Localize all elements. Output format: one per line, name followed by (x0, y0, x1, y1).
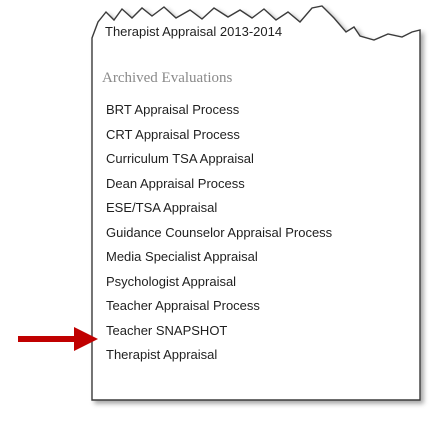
evaluation-menu-panel: Therapist Appraisal 2013-2014 Archived E… (97, 22, 409, 400)
archived-evaluations-heading: Archived Evaluations (102, 70, 233, 86)
menu-item-brt-appraisal-process[interactable]: BRT Appraisal Process (106, 98, 332, 123)
arrow-right-icon (18, 327, 98, 351)
menu-item-ese-tsa-appraisal[interactable]: ESE/TSA Appraisal (106, 196, 332, 221)
menu-item-psychologist-appraisal[interactable]: Psychologist Appraisal (106, 270, 332, 295)
menu-item-crt-appraisal-process[interactable]: CRT Appraisal Process (106, 123, 332, 148)
menu-item-guidance-counselor-appraisal-process[interactable]: Guidance Counselor Appraisal Process (106, 221, 332, 246)
menu-item-therapist-appraisal[interactable]: Therapist Appraisal (106, 343, 332, 368)
menu-item-therapist-appraisal-2013-2014[interactable]: Therapist Appraisal 2013-2014 (105, 24, 282, 39)
menu-item-dean-appraisal-process[interactable]: Dean Appraisal Process (106, 172, 332, 197)
menu-item-curriculum-tsa-appraisal[interactable]: Curriculum TSA Appraisal (106, 147, 332, 172)
menu-item-teacher-appraisal-process[interactable]: Teacher Appraisal Process (106, 294, 332, 319)
menu-item-teacher-snapshot[interactable]: Teacher SNAPSHOT (106, 319, 332, 344)
archived-evaluations-list: BRT Appraisal Process CRT Appraisal Proc… (106, 98, 332, 368)
menu-item-media-specialist-appraisal[interactable]: Media Specialist Appraisal (106, 245, 332, 270)
